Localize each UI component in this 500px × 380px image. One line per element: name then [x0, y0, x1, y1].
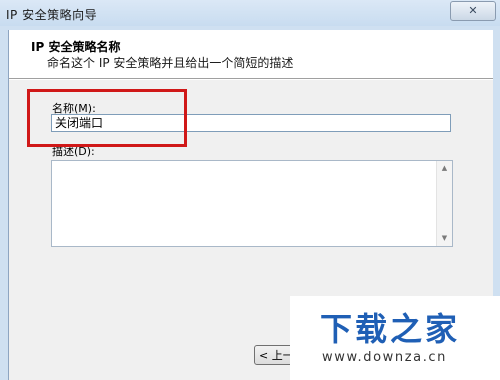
annotation-highlight-box	[27, 89, 187, 147]
description-field[interactable]: ▲ ▼	[51, 160, 453, 247]
close-button[interactable]: ✕	[450, 1, 496, 21]
title-bar: IP 安全策略向导 ✕	[0, 0, 500, 26]
watermark-logo: 下载之家	[320, 310, 461, 348]
window-title: IP 安全策略向导	[6, 8, 98, 22]
wizard-window: IP 安全策略向导 ✕ IP 安全策略名称 命名这个 IP 安全策略并且给出一个…	[0, 0, 500, 380]
triangle-up-icon[interactable]: ▲	[437, 161, 452, 176]
watermark: 下载之家 www.downza.cn	[290, 296, 500, 380]
header-divider	[9, 79, 493, 80]
back-button[interactable]: < 上一步(B)	[254, 345, 294, 365]
page-title: IP 安全策略名称	[31, 40, 121, 54]
page-description: 命名这个 IP 安全策略并且给出一个简短的描述	[47, 56, 294, 70]
close-icon: ✕	[468, 4, 478, 17]
description-scrollbar[interactable]: ▲ ▼	[436, 161, 452, 246]
triangle-down-icon[interactable]: ▼	[437, 231, 452, 246]
wizard-header: IP 安全策略名称 命名这个 IP 安全策略并且给出一个简短的描述	[9, 30, 493, 79]
watermark-url: www.downza.cn	[322, 350, 448, 365]
